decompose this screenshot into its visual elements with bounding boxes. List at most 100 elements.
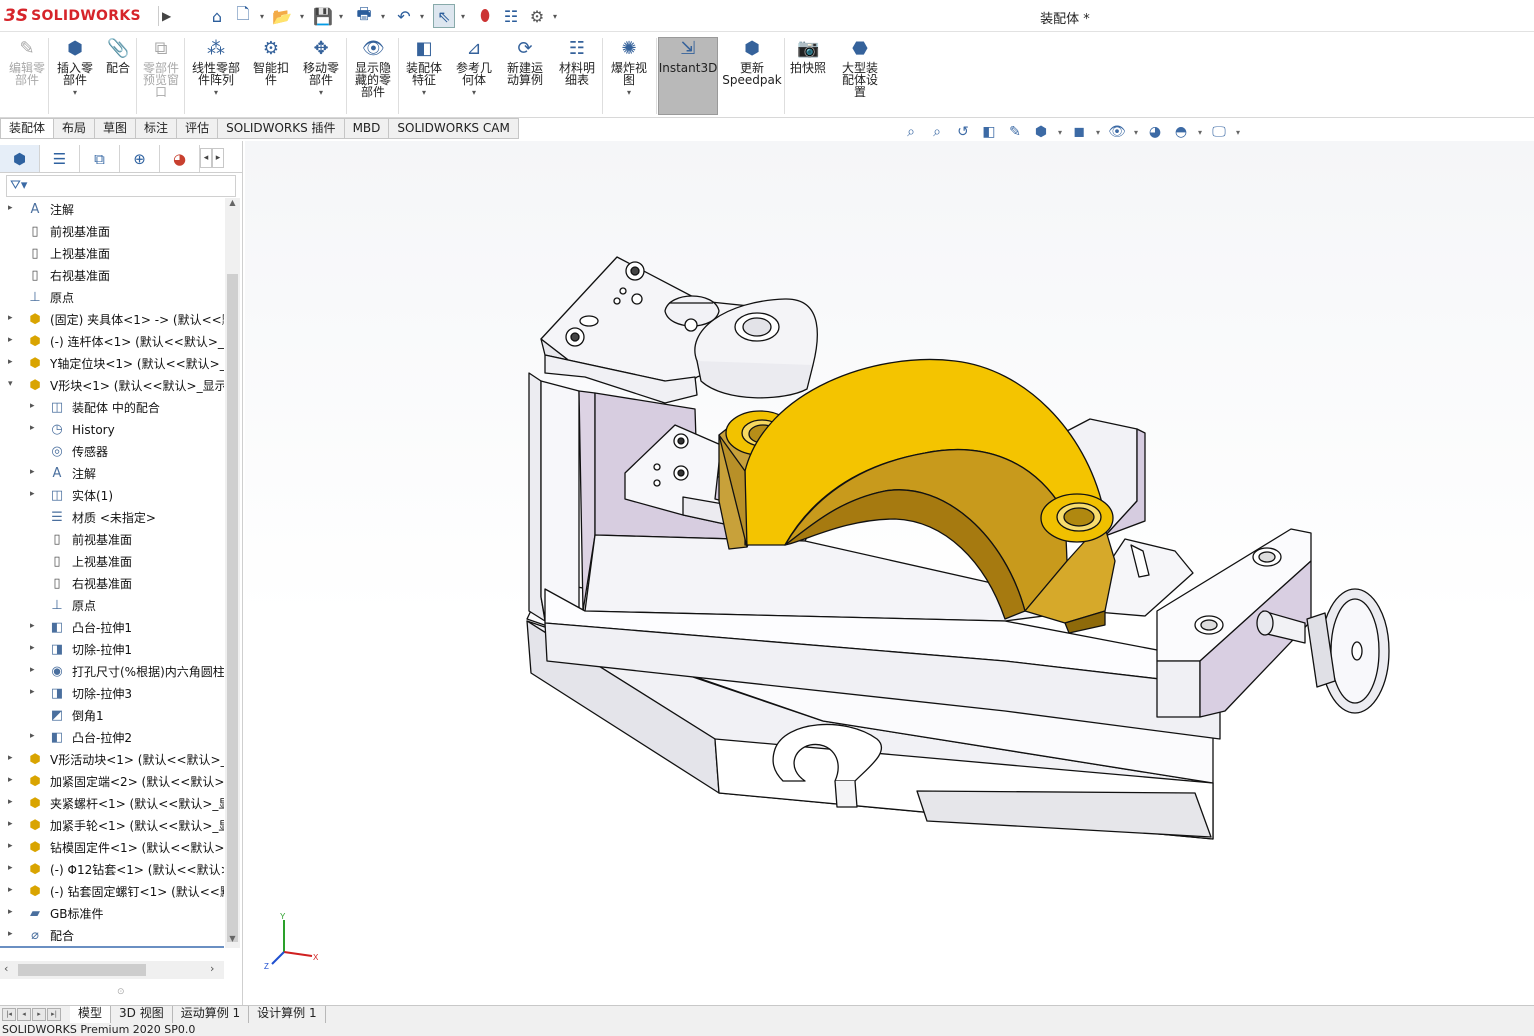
tree-item[interactable]: ▸ ◫ 装配体 中的配合 xyxy=(0,397,224,419)
snapshot-button[interactable]: 📷 拍快照 xyxy=(786,38,830,114)
dropdown-arrow-icon[interactable]: ▾ xyxy=(422,88,426,97)
view-settings-dropdown-icon[interactable]: ▾ xyxy=(1234,128,1242,137)
first-tab-icon[interactable]: |◂ xyxy=(2,1008,16,1021)
section-view-icon[interactable]: ◧ xyxy=(978,124,1000,140)
tree-item[interactable]: ▸ ⬢ 加紧手轮<1> (默认<<默认>_显 xyxy=(0,815,224,837)
dynamic-annotation-icon[interactable]: ✎ xyxy=(1004,124,1026,140)
reference-geometry-button[interactable]: ⊿ 参考几 何体 ▾ xyxy=(450,38,498,114)
tree-item[interactable]: ▸ ◷ History xyxy=(0,419,224,441)
print-dropdown-icon[interactable]: ▾ xyxy=(379,4,387,28)
last-tab-icon[interactable]: ▸| xyxy=(47,1008,61,1021)
tree-vertical-scrollbar[interactable]: ▲ ▼ xyxy=(225,198,240,948)
command-tab[interactable]: 布局 xyxy=(54,118,96,139)
tree-expander-icon[interactable]: ▸ xyxy=(30,687,40,697)
tree-item[interactable]: ▯ 右视基准面 xyxy=(0,573,224,595)
tree-expander-icon[interactable]: ▸ xyxy=(8,797,18,807)
tree-expander-icon[interactable]: ▸ xyxy=(8,819,18,829)
component-preview-button[interactable]: ⧉ 零部件 预览窗 口 xyxy=(138,38,184,114)
tree-expander-icon[interactable]: ▸ xyxy=(8,313,18,323)
tree-item[interactable]: ▸ ⬢ 钻模固定件<1> (默认<<默认>_ xyxy=(0,837,224,859)
assembly-model[interactable] xyxy=(245,141,1534,1005)
dimxpert-manager-tab-icon[interactable]: ⊕ xyxy=(120,145,160,172)
dropdown-arrow-icon[interactable]: ▾ xyxy=(214,88,218,97)
display-manager-tab-icon[interactable]: ◕ xyxy=(160,145,200,172)
new-icon[interactable]: 🗋 xyxy=(232,4,254,28)
configuration-manager-tab-icon[interactable]: ⧉ xyxy=(80,145,120,172)
tree-item[interactable]: ▸ ◨ 切除-拉伸1 xyxy=(0,639,224,661)
tree-expander-icon[interactable]: ▸ xyxy=(8,885,18,895)
file-properties-icon[interactable]: ☷ xyxy=(500,4,522,28)
tree-expander-icon[interactable]: ▸ xyxy=(8,907,18,917)
tree-item[interactable]: ⊥ 原点 xyxy=(0,595,224,617)
scroll-up-icon[interactable]: ▲ xyxy=(225,198,240,212)
tree-item[interactable]: ▸ ⬢ (-) 连杆体<1> (默认<<默认>_显 xyxy=(0,331,224,353)
tree-expander-icon[interactable]: ▸ xyxy=(8,929,18,939)
display-style-icon[interactable]: ◼ xyxy=(1068,124,1090,140)
view-settings-icon[interactable]: 🖵 xyxy=(1208,124,1230,140)
command-tab[interactable]: 装配体 xyxy=(0,118,55,139)
zoom-to-area-icon[interactable]: ⌕ xyxy=(926,124,948,140)
hide-show-items-icon[interactable]: 👁 xyxy=(1106,124,1128,140)
command-tab[interactable]: 标注 xyxy=(136,118,178,139)
tree-expander-icon[interactable]: ▸ xyxy=(8,841,18,851)
tree-horizontal-scrollbar[interactable]: ‹ › xyxy=(0,961,224,979)
exploded-view-button[interactable]: ✺ 爆炸视 图 ▾ xyxy=(604,38,654,114)
bottom-tab[interactable]: 设计算例 1 xyxy=(249,1006,326,1023)
instant3d-button[interactable]: ⇲ Instant3D xyxy=(658,37,718,115)
bottom-tab[interactable]: 运动算例 1 xyxy=(172,1006,250,1023)
edit-appearance-icon[interactable]: ◕ xyxy=(1144,124,1166,140)
tree-item[interactable]: ▸ ⬢ 夹紧螺杆<1> (默认<<默认>_显 xyxy=(0,793,224,815)
command-tab[interactable]: MBD xyxy=(344,118,390,139)
scroll-down-icon[interactable]: ▼ xyxy=(225,934,240,948)
feature-manager-tab-icon[interactable]: ⬢ xyxy=(0,145,40,172)
speedpak-button[interactable]: ⬢ 更新 Speedpak xyxy=(722,38,782,114)
open-icon[interactable]: 📂 xyxy=(270,4,294,28)
options-icon[interactable]: ⚙ xyxy=(526,4,548,28)
tree-item[interactable]: ▯ 前视基准面 xyxy=(0,529,224,551)
open-dropdown-icon[interactable]: ▾ xyxy=(298,4,306,28)
menu-expand-arrow-icon[interactable]: ▶ xyxy=(158,6,172,26)
tree-expander-icon[interactable]: ▸ xyxy=(8,775,18,785)
hide-show-dropdown-icon[interactable]: ▾ xyxy=(1132,128,1140,137)
tree-item[interactable]: ▸ ▰ GB标准件 xyxy=(0,903,224,925)
hscroll-thumb[interactable] xyxy=(18,964,146,976)
insert-component-button[interactable]: ⬢ 插入零 部件 ▾ xyxy=(52,38,98,114)
smart-fasteners-button[interactable]: ⚙ 智能扣 件 xyxy=(248,38,294,114)
tree-item[interactable]: ▸ A 注解 xyxy=(0,199,224,221)
tree-item[interactable]: ⊥ 原点 xyxy=(0,287,224,309)
tree-expander-icon[interactable]: ▸ xyxy=(30,423,40,433)
tree-item[interactable]: ☰ 材质 <未指定> xyxy=(0,507,224,529)
tree-item[interactable]: ▸ ◧ 凸台-拉伸2 xyxy=(0,727,224,749)
apply-scene-dropdown-icon[interactable]: ▾ xyxy=(1196,128,1204,137)
mate-button[interactable]: 📎 配合 xyxy=(100,38,136,114)
home-icon[interactable]: ⌂ xyxy=(206,4,228,28)
options-dropdown-icon[interactable]: ▾ xyxy=(551,4,559,28)
new-dropdown-icon[interactable]: ▾ xyxy=(258,4,266,28)
tree-expander-icon[interactable]: ▾ xyxy=(8,379,18,389)
select-icon[interactable]: ⇖ xyxy=(433,4,455,28)
print-icon[interactable]: 🖶 xyxy=(352,4,376,28)
tree-item[interactable]: ▸ A 注解 xyxy=(0,463,224,485)
large-assembly-button[interactable]: ⬣ 大型装 配体设 置 xyxy=(834,38,886,114)
previous-view-icon[interactable]: ↺ xyxy=(952,124,974,140)
scroll-thumb[interactable] xyxy=(227,274,238,942)
assembly-features-button[interactable]: ◧ 装配体 特征 ▾ xyxy=(400,38,448,114)
tree-item[interactable]: ◎ 传感器 xyxy=(0,441,224,463)
tree-item[interactable]: ▸ ◨ 切除-拉伸3 xyxy=(0,683,224,705)
bottom-tab[interactable]: 模型 xyxy=(70,1006,112,1023)
edit-component-button[interactable]: ✎ 编辑零 部件 xyxy=(4,38,50,114)
dropdown-arrow-icon[interactable]: ▾ xyxy=(627,88,631,97)
scroll-left-icon[interactable]: ‹ xyxy=(4,962,8,975)
prev-tab-icon[interactable]: ◂ xyxy=(17,1008,31,1021)
apply-scene-icon[interactable]: ◓ xyxy=(1170,124,1192,140)
new-motion-study-button[interactable]: ⟳ 新建运 动算例 xyxy=(500,38,550,114)
linear-pattern-button[interactable]: ⁂ 线性零部 件阵列 ▾ xyxy=(186,38,246,114)
command-tab[interactable]: SOLIDWORKS CAM xyxy=(389,118,519,139)
tree-item[interactable]: ▸ ⬢ (-) Φ12钻套<1> (默认<<默认> xyxy=(0,859,224,881)
undo-icon[interactable]: ↶ xyxy=(393,4,415,28)
zoom-to-fit-icon[interactable]: ⌕ xyxy=(900,124,922,140)
command-tab[interactable]: SOLIDWORKS 插件 xyxy=(218,118,345,139)
tree-filter-icon[interactable]: ⛛▾ xyxy=(6,175,236,197)
dropdown-arrow-icon[interactable]: ▾ xyxy=(73,88,77,97)
bom-button[interactable]: ☷ 材料明 细表 xyxy=(552,38,602,114)
